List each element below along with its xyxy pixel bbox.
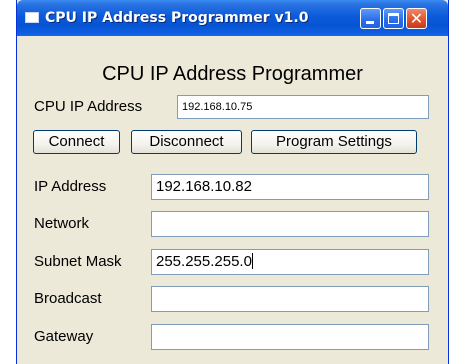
broadcast-input[interactable]	[151, 286, 429, 312]
app-window-icon	[25, 12, 39, 23]
network-input[interactable]	[151, 211, 429, 237]
maximize-icon	[388, 13, 399, 24]
connect-button[interactable]: Connect	[33, 130, 120, 154]
network-label: Network	[34, 215, 90, 232]
ip-address-input[interactable]: 192.168.10.82	[151, 174, 429, 200]
broadcast-label: Broadcast	[34, 290, 102, 307]
app-window: CPU IP Address Programmer v1.0 ✕ CPU IP …	[16, 0, 449, 364]
ip-address-label: IP Address	[34, 178, 107, 195]
text-caret	[251, 253, 253, 269]
cpu-ip-label: CPU IP Address	[34, 98, 143, 115]
minimize-button[interactable]	[360, 8, 381, 29]
close-button[interactable]: ✕	[406, 8, 427, 29]
title-bar[interactable]: CPU IP Address Programmer v1.0 ✕	[17, 0, 448, 36]
close-icon: ✕	[409, 9, 424, 28]
page-title: CPU IP Address Programmer	[102, 63, 363, 85]
minimize-icon	[366, 21, 374, 24]
subnet-mask-label: Subnet Mask	[34, 253, 122, 270]
subnet-mask-input[interactable]: 255.255.255.0	[151, 249, 429, 275]
program-settings-button[interactable]: Program Settings	[251, 130, 417, 154]
maximize-button[interactable]	[383, 8, 404, 29]
gateway-label: Gateway	[34, 328, 94, 345]
disconnect-button[interactable]: Disconnect	[131, 130, 242, 154]
window-title: CPU IP Address Programmer v1.0	[45, 10, 309, 26]
cpu-ip-input[interactable]: 192.168.10.75	[177, 95, 429, 119]
gateway-input[interactable]	[151, 324, 429, 350]
subnet-mask-value: 255.255.255.0	[156, 253, 252, 270]
